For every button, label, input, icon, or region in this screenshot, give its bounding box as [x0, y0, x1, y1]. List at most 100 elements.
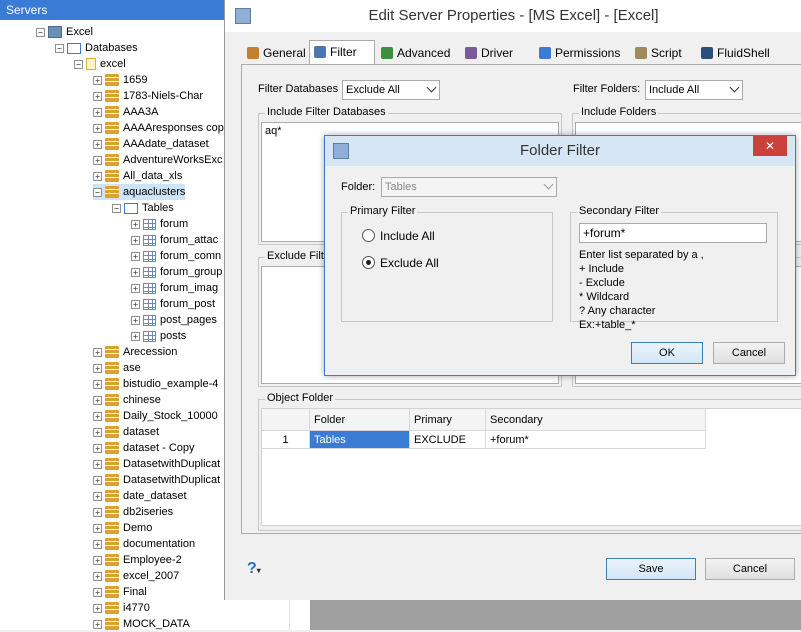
filter-folders-select[interactable]: Include All [645, 80, 743, 100]
tab-filter[interactable]: Filter [309, 40, 375, 64]
tree-node[interactable]: + Arecession [93, 344, 177, 360]
expand-toggle-icon[interactable]: + [93, 123, 102, 133]
tree-node[interactable]: + Demo [93, 520, 152, 536]
expand-toggle-icon[interactable]: + [131, 235, 140, 245]
expand-toggle-icon[interactable]: + [93, 75, 102, 85]
cancel-button[interactable]: Cancel [705, 558, 795, 580]
exclude-all-label[interactable]: Exclude All [380, 256, 439, 270]
grid-header-secondary[interactable]: Secondary [486, 409, 706, 431]
tree-node[interactable]: + dataset - Copy [93, 440, 195, 456]
tree-node[interactable]: +1659 [93, 72, 147, 88]
tree-node[interactable]: − Tables [112, 200, 174, 216]
tab-driver[interactable]: Driver [461, 42, 513, 64]
cancel-button[interactable]: Cancel [713, 342, 785, 364]
expand-toggle-icon[interactable]: + [93, 571, 102, 581]
tree-node[interactable]: − Excel [36, 24, 93, 40]
expand-toggle-icon[interactable]: + [93, 475, 102, 485]
include-all-label[interactable]: Include All [380, 229, 435, 243]
expand-toggle-icon[interactable]: + [93, 139, 102, 149]
exclude-all-radio[interactable] [362, 256, 375, 269]
tree-node[interactable]: + documentation [93, 536, 195, 552]
grid-cell-folder[interactable]: Tables [310, 431, 410, 449]
expand-toggle-icon[interactable]: + [93, 411, 102, 421]
tree-node[interactable]: + All_data_xls [93, 168, 182, 184]
grid-header-folder[interactable]: Folder [310, 409, 410, 431]
expand-toggle-icon[interactable]: + [93, 459, 102, 469]
expand-toggle-icon[interactable]: + [93, 491, 102, 501]
tab-advanced[interactable]: Advanced [377, 42, 450, 64]
expand-toggle-icon[interactable]: − [55, 43, 64, 53]
tree-node[interactable]: + forum_attac [131, 232, 218, 248]
expand-toggle-icon[interactable]: + [93, 107, 102, 117]
expand-toggle-icon[interactable]: + [93, 363, 102, 373]
tab-general[interactable]: General [243, 42, 306, 64]
tree-node[interactable]: − excel [74, 56, 126, 72]
tree-node[interactable]: + dataset [93, 424, 159, 440]
expand-toggle-icon[interactable]: + [93, 91, 102, 101]
expand-toggle-icon[interactable]: + [131, 267, 140, 277]
tree-node[interactable]: + AdventureWorksExc [93, 152, 222, 168]
tree-node[interactable]: + DatasetwithDuplicat [93, 472, 220, 488]
grid-header-primary[interactable]: Primary [410, 409, 486, 431]
tree-node[interactable]: + forum_comn [131, 248, 221, 264]
tree-node[interactable]: + date_dataset [93, 488, 187, 504]
expand-toggle-icon[interactable]: + [93, 171, 102, 181]
expand-toggle-icon[interactable]: + [131, 315, 140, 325]
expand-toggle-icon[interactable]: + [93, 555, 102, 565]
folder-select[interactable]: Tables [381, 177, 557, 197]
save-button[interactable]: Save [606, 558, 696, 580]
tab-fluidshell[interactable]: FluidShell [697, 42, 770, 64]
expand-toggle-icon[interactable]: − [74, 59, 83, 69]
include-all-radio[interactable] [362, 229, 375, 242]
expand-toggle-icon[interactable]: − [93, 187, 102, 197]
expand-toggle-icon[interactable]: − [36, 27, 45, 37]
tree-node[interactable]: + forum_post [131, 296, 215, 312]
expand-toggle-icon[interactable]: + [131, 219, 140, 229]
filter-databases-select[interactable]: Exclude All [342, 80, 440, 100]
expand-toggle-icon[interactable]: + [131, 331, 140, 341]
tree-node[interactable]: + chinese [93, 392, 161, 408]
expand-toggle-icon[interactable]: + [93, 587, 102, 597]
tree-node[interactable]: + Employee-2 [93, 552, 182, 568]
tree-node[interactable]: + Final [93, 584, 147, 600]
tree-node[interactable]: + AAAdate_dataset [93, 136, 209, 152]
tree-node[interactable]: +1783-Niels-Char [93, 88, 203, 104]
expand-toggle-icon[interactable]: − [112, 203, 121, 213]
expand-toggle-icon[interactable]: + [93, 603, 102, 613]
secondary-filter-input[interactable]: +forum* [579, 223, 767, 243]
expand-toggle-icon[interactable]: + [93, 427, 102, 437]
expand-toggle-icon[interactable]: + [93, 347, 102, 357]
tree-node[interactable]: + excel_2007 [93, 568, 179, 584]
close-button[interactable]: ✕ [753, 136, 787, 156]
tree-node[interactable]: + bistudio_example-4 [93, 376, 218, 392]
tree-node[interactable]: − aquaclusters [93, 184, 186, 200]
expand-toggle-icon[interactable]: + [93, 539, 102, 549]
tree-node[interactable]: + AAA3A [93, 104, 158, 120]
expand-toggle-icon[interactable]: + [131, 299, 140, 309]
help-icon[interactable]: ?▾ [247, 560, 261, 578]
expand-toggle-icon[interactable]: + [131, 251, 140, 261]
tree-node[interactable]: − Databases [55, 40, 138, 56]
tree-node[interactable]: + DatasetwithDuplicat [93, 456, 220, 472]
tree-node[interactable]: + i4770 [93, 600, 150, 616]
expand-toggle-icon[interactable]: + [93, 379, 102, 389]
tree-node[interactable]: + forum [131, 216, 188, 232]
tab-permissions[interactable]: Permissions [535, 42, 620, 64]
grid-cell-primary[interactable]: EXCLUDE [410, 431, 486, 449]
expand-toggle-icon[interactable]: + [93, 155, 102, 165]
expand-toggle-icon[interactable]: + [93, 619, 102, 629]
tree-node[interactable]: + db2iseries [93, 504, 173, 520]
ok-button[interactable]: OK [631, 342, 703, 364]
expand-toggle-icon[interactable]: + [93, 507, 102, 517]
tree-node[interactable]: + post_pages [131, 312, 217, 328]
tree-node[interactable]: + ase [93, 360, 141, 376]
tree-node[interactable]: + AAAAresponses cop [93, 120, 224, 136]
grid-cell-secondary[interactable]: +forum* [486, 431, 706, 449]
tree-node[interactable]: + Daily_Stock_10000 [93, 408, 218, 424]
tree-node[interactable]: + forum_imag [131, 280, 218, 296]
tree-node[interactable]: + forum_group [131, 264, 222, 280]
expand-toggle-icon[interactable]: + [131, 283, 140, 293]
tree-node[interactable]: + posts [131, 328, 186, 344]
expand-toggle-icon[interactable]: + [93, 523, 102, 533]
expand-toggle-icon[interactable]: + [93, 395, 102, 405]
